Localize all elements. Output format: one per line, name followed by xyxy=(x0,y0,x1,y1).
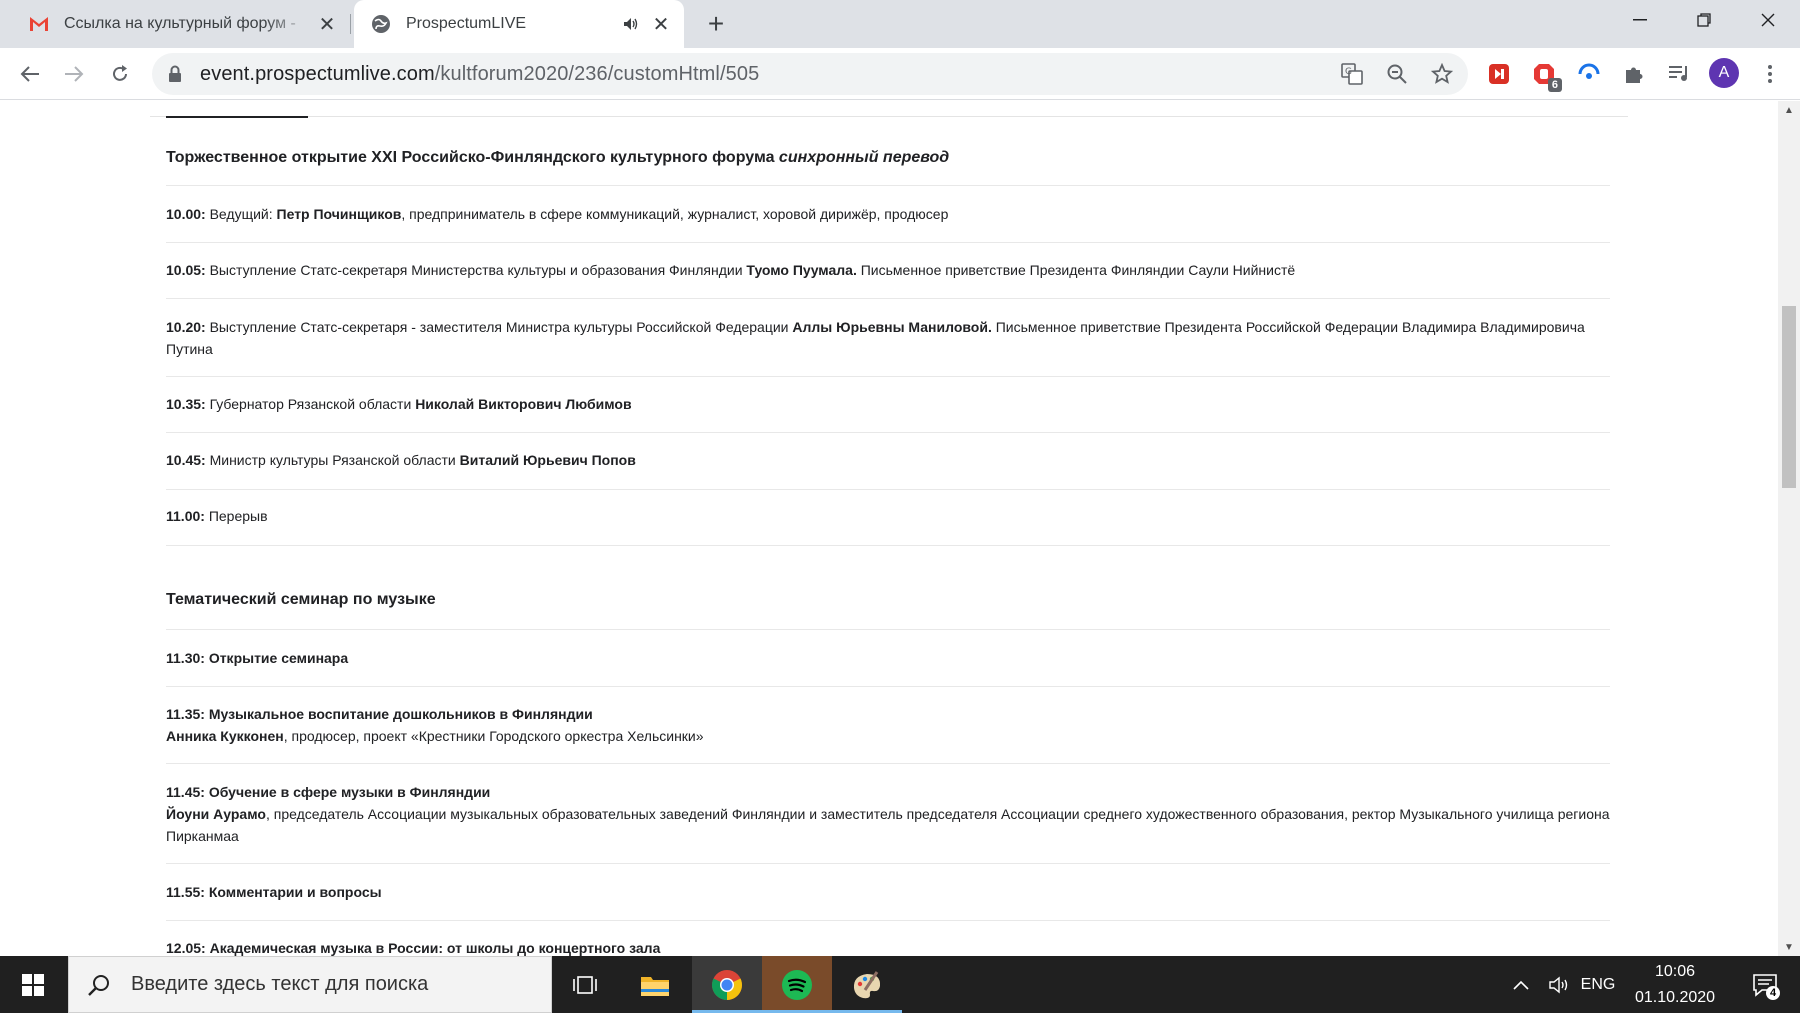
tab-gmail[interactable]: Ссылка на культурный форум - ✕ xyxy=(12,0,350,48)
spotify-icon[interactable] xyxy=(762,956,832,1013)
task-view-icon[interactable] xyxy=(550,956,620,1013)
windows-taskbar: Введите здесь текст для поиска ENG 10:06… xyxy=(0,956,1800,1013)
divider xyxy=(166,432,1610,433)
chrome-taskbar-icon[interactable] xyxy=(692,956,762,1013)
notification-count: 4 xyxy=(1766,986,1780,1000)
page-scrollbar[interactable]: ▲ ▼ xyxy=(1778,101,1800,956)
globe-icon xyxy=(370,13,392,35)
chevron-up-icon[interactable] xyxy=(1506,956,1536,1013)
window-close-button[interactable] xyxy=(1736,0,1800,40)
tab-separator xyxy=(350,14,351,34)
program-row: 10.35: Губернатор Рязанской области Нико… xyxy=(166,396,632,412)
program-row: 10.05: Выступление Статс-секретаря Минис… xyxy=(166,262,1296,278)
scroll-thumb[interactable] xyxy=(1782,306,1796,488)
content-top-border xyxy=(150,101,1628,117)
video-extension-icon[interactable] xyxy=(1485,60,1513,88)
close-icon[interactable]: ✕ xyxy=(314,11,340,37)
notification-center-icon[interactable]: 4 xyxy=(1740,956,1790,1013)
speaker-icon[interactable] xyxy=(618,11,644,37)
windows-start-icon[interactable] xyxy=(0,956,66,1013)
kebab-menu-icon[interactable] xyxy=(1756,60,1784,88)
forward-button[interactable] xyxy=(56,56,92,92)
program-row: 11.35: Музыкальное воспитание дошкольник… xyxy=(166,706,704,744)
restore-button[interactable] xyxy=(1672,0,1736,40)
tab-prospectumlive[interactable]: ProspectumLIVE ✕ xyxy=(354,0,684,48)
divider xyxy=(166,629,1610,630)
program-row: 11.00: Перерыв xyxy=(166,508,268,524)
page-viewport: Торжественное открытие XXI Российско-Фин… xyxy=(0,101,1778,956)
divider xyxy=(166,489,1610,490)
taskbar-search-input[interactable]: Введите здесь текст для поиска xyxy=(68,956,552,1013)
zoom-icon[interactable] xyxy=(1383,60,1411,88)
program-row: 11.30: Открытие семинара xyxy=(166,650,349,666)
clock-date: 01.10.2020 xyxy=(1634,988,1716,1006)
program-row: 10.00: Ведущий: Петр Починщиков, предпри… xyxy=(166,206,949,222)
lock-icon[interactable] xyxy=(168,65,188,83)
file-explorer-icon[interactable] xyxy=(620,956,690,1013)
program-row: 10.20: Выступление Статс-секретаря - зам… xyxy=(166,319,1585,357)
close-icon[interactable]: ✕ xyxy=(648,11,674,37)
system-clock[interactable]: 10:06 01.10.2020 xyxy=(1620,956,1730,1013)
divider xyxy=(166,376,1610,377)
back-button[interactable] xyxy=(12,56,48,92)
clock-time: 10:06 xyxy=(1654,962,1696,980)
divider xyxy=(166,298,1610,299)
divider xyxy=(166,686,1610,687)
section-title-music-seminar: Тематический семинар по музыке xyxy=(166,591,436,608)
program-row: 10.45: Министр культуры Рязанской област… xyxy=(166,452,636,468)
tab-title: Ссылка на культурный форум - xyxy=(64,15,296,32)
scroll-up-icon[interactable]: ▲ xyxy=(1778,101,1800,119)
program-row: 11.55: Комментарии и вопросы xyxy=(166,884,382,900)
search-placeholder: Введите здесь текст для поиска xyxy=(131,973,429,995)
volume-icon[interactable] xyxy=(1542,956,1578,1013)
divider xyxy=(166,185,1610,186)
minimize-button[interactable] xyxy=(1608,0,1672,40)
url-text: event.prospectumlive.com/kultforum2020/2… xyxy=(200,62,760,85)
puzzle-icon[interactable] xyxy=(1620,60,1648,88)
program-row: 12.05: Академическая музыка в России: от… xyxy=(166,940,661,956)
language-indicator[interactable]: ENG xyxy=(1578,956,1618,1013)
reload-button[interactable] xyxy=(102,56,138,92)
tab-title: ProspectumLIVE xyxy=(406,15,527,32)
media-controls-icon[interactable] xyxy=(1665,60,1693,88)
paint-icon[interactable] xyxy=(832,956,902,1013)
search-icon xyxy=(87,973,111,997)
svg-text:G: G xyxy=(1345,67,1352,77)
scroll-down-icon[interactable]: ▼ xyxy=(1778,938,1800,956)
divider xyxy=(166,763,1610,764)
profile-avatar[interactable]: A xyxy=(1709,58,1739,88)
section-title-opening: Торжественное открытие XXI Российско-Фин… xyxy=(166,149,950,166)
extension-badge: 6 xyxy=(1547,78,1562,92)
gmail-icon xyxy=(28,13,50,35)
divider xyxy=(166,242,1610,243)
translate-icon[interactable]: G xyxy=(1338,60,1366,88)
bookmark-star-icon[interactable] xyxy=(1428,60,1456,88)
new-tab-button[interactable]: + xyxy=(700,8,732,40)
active-section-underline xyxy=(166,116,308,118)
divider xyxy=(166,545,1610,546)
divider xyxy=(166,920,1610,921)
tab-strip: Ссылка на культурный форум - ✕ Prospectu… xyxy=(0,0,1800,48)
browser-toolbar: event.prospectumlive.com/kultforum2020/2… xyxy=(0,48,1800,100)
program-row: 11.45: Обучение в сфере музыки в Финлянд… xyxy=(166,784,1610,844)
adblock-extension-icon[interactable]: 6 xyxy=(1530,60,1562,92)
vpn-extension-icon[interactable] xyxy=(1575,60,1603,88)
divider xyxy=(166,863,1610,864)
address-bar[interactable]: event.prospectumlive.com/kultforum2020/2… xyxy=(152,53,1468,95)
